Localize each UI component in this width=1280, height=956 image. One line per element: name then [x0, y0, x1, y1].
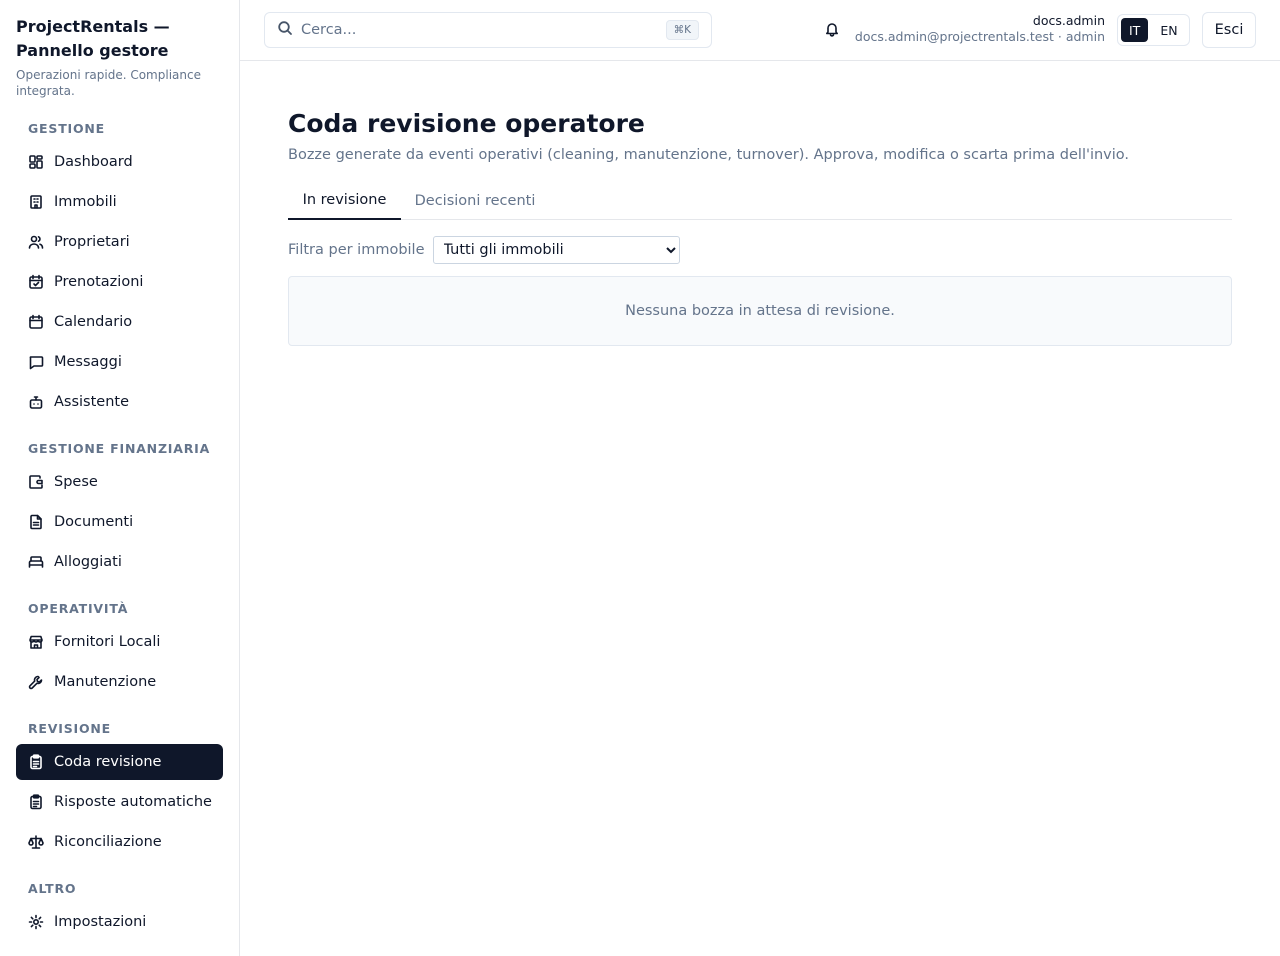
user-meta: docs.admin@projectrentals.test · admin	[854, 29, 1105, 44]
sidebar-item-proprietari[interactable]: Proprietari	[16, 224, 223, 260]
clipboard-list-icon	[28, 794, 44, 810]
search-icon	[277, 20, 293, 40]
sidebar-item-riconciliazione[interactable]: Riconciliazione	[16, 824, 223, 860]
sidebar-item-manutenzione[interactable]: Manutenzione	[16, 664, 223, 700]
property-filter-select[interactable]: Tutti gli immobili	[432, 236, 680, 264]
sidebar-item-label: Documenti	[54, 514, 134, 530]
store-icon	[28, 634, 44, 650]
sidebar-item-label: Riconciliazione	[54, 834, 162, 850]
sidebar-item-label: Alloggiati	[54, 554, 122, 570]
sidebar-item-label: Fornitori Locali	[54, 634, 161, 650]
sidebar-item-label: Immobili	[54, 194, 117, 210]
search-shortcut-hint: ⌘K	[665, 20, 699, 40]
empty-state-message: Nessuna bozza in attesa di revisione.	[625, 303, 895, 319]
user-name: docs.admin	[1032, 13, 1105, 28]
building-icon	[28, 194, 44, 210]
sidebar: ProjectRentals — Pannello gestore Operaz…	[0, 0, 240, 956]
brand-subtitle: Operazioni rapide. Compliance integrata.	[16, 68, 201, 98]
sidebar-item-label: Calendario	[54, 314, 133, 330]
sidebar-item-assistente[interactable]: Assistente	[16, 384, 223, 420]
search-box[interactable]: ⌘K	[264, 12, 712, 48]
calendar-icon	[28, 314, 44, 330]
sidebar-item-label: Coda revisione	[54, 754, 162, 770]
users-icon	[28, 234, 44, 250]
user-info: docs.admin docs.admin@projectrentals.tes…	[855, 13, 1105, 45]
page-description: Bozze generate da eventi operativi (clea…	[288, 147, 1130, 163]
page-title: Coda revisione operatore	[288, 109, 645, 138]
sidebar-item-risposte-automatiche[interactable]: Risposte automatiche	[16, 784, 223, 820]
section-title-revisione: REVISIONE	[28, 721, 111, 736]
empty-state: Nessuna bozza in attesa di revisione.	[288, 276, 1232, 346]
language-it-button[interactable]: IT	[1121, 18, 1149, 42]
language-switcher: IT EN	[1117, 14, 1190, 46]
sidebar-item-label: Prenotazioni	[54, 274, 144, 290]
language-en-button[interactable]: EN	[1152, 18, 1185, 42]
logout-button[interactable]: Esci	[1202, 12, 1256, 48]
section-title-gestione-finanziaria: GESTIONE FINANZIARIA	[28, 441, 211, 456]
sidebar-item-messaggi[interactable]: Messaggi	[16, 344, 223, 380]
sidebar-item-coda-revisione[interactable]: Coda revisione	[16, 744, 223, 780]
document-icon	[28, 514, 44, 530]
sidebar-item-dashboard[interactable]: Dashboard	[16, 144, 223, 180]
property-filter: Filtra per immobile Tutti gli immobili	[288, 236, 680, 264]
sidebar-item-label: Messaggi	[54, 354, 122, 370]
bell-icon	[824, 22, 840, 41]
sidebar-item-spese[interactable]: Spese	[16, 464, 223, 500]
calendar-check-icon	[28, 274, 44, 290]
brand: ProjectRentals — Pannello gestore Operaz…	[16, 15, 226, 99]
wallet-icon	[28, 474, 44, 490]
sidebar-item-label: Assistente	[54, 394, 130, 410]
tabs: In revisione Decisioni recenti	[288, 181, 1232, 220]
notifications-button[interactable]	[824, 21, 842, 39]
sidebar-item-label: Manutenzione	[54, 674, 157, 690]
section-title-gestione: GESTIONE	[28, 121, 106, 136]
bed-icon	[28, 554, 44, 570]
sidebar-item-fornitori-locali[interactable]: Fornitori Locali	[16, 624, 223, 660]
filter-label: Filtra per immobile	[288, 242, 425, 258]
clipboard-list-icon	[28, 754, 44, 770]
topbar: ⌘K docs.admin docs.admin@projectrentals.…	[240, 0, 1280, 61]
tab-decisioni-recenti[interactable]: Decisioni recenti	[401, 181, 549, 220]
tab-in-revisione[interactable]: In revisione	[288, 181, 401, 220]
sidebar-item-immobili[interactable]: Immobili	[16, 184, 223, 220]
sidebar-item-alloggiati[interactable]: Alloggiati	[16, 544, 223, 580]
sidebar-item-label: Dashboard	[54, 154, 133, 170]
section-title-operativita: OPERATIVITÀ	[28, 601, 129, 616]
scale-icon	[28, 834, 44, 850]
section-title-altro: ALTRO	[28, 881, 77, 896]
search-input[interactable]	[301, 22, 641, 38]
sidebar-item-impostazioni[interactable]: Impostazioni	[16, 904, 223, 940]
sidebar-item-label: Impostazioni	[54, 914, 147, 930]
message-icon	[28, 354, 44, 370]
dashboard-grid-icon	[28, 154, 44, 170]
sidebar-item-label: Spese	[54, 474, 98, 490]
sidebar-item-label: Risposte automatiche	[54, 794, 212, 810]
bot-icon	[28, 394, 44, 410]
wrench-icon	[28, 674, 44, 690]
sidebar-item-label: Proprietari	[54, 234, 130, 250]
sidebar-item-documenti[interactable]: Documenti	[16, 504, 223, 540]
gear-icon	[28, 914, 44, 930]
sidebar-item-calendario[interactable]: Calendario	[16, 304, 223, 340]
brand-title: ProjectRentals — Pannello gestore	[16, 17, 170, 60]
sidebar-item-prenotazioni[interactable]: Prenotazioni	[16, 264, 223, 300]
